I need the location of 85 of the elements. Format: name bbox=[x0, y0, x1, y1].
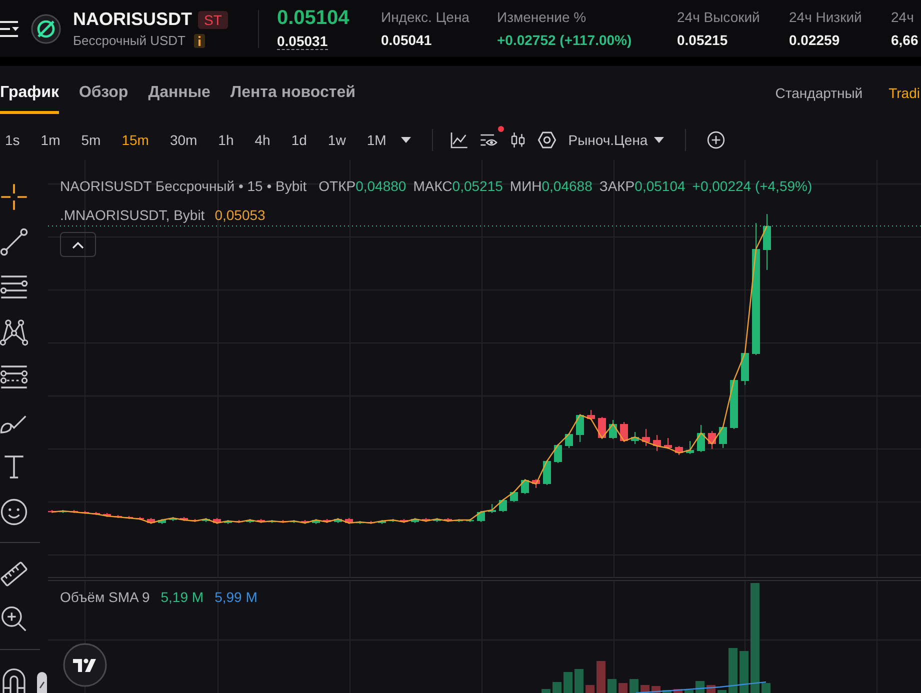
ruler-icon[interactable] bbox=[0, 560, 28, 588]
node-network-icon[interactable] bbox=[0, 318, 28, 346]
volume-bar bbox=[728, 648, 738, 693]
ohlc-value: 0,04880 bbox=[356, 178, 406, 194]
interval-button[interactable]: 30m bbox=[166, 129, 202, 151]
hexagon-settings-icon[interactable] bbox=[537, 130, 558, 150]
interval-button[interactable]: 5m bbox=[77, 129, 105, 151]
volume-value: 5,99 M bbox=[214, 589, 258, 605]
stat-label: Индекс. Цена bbox=[381, 9, 470, 25]
trend-line-icon[interactable] bbox=[0, 228, 28, 256]
magnet-icon[interactable] bbox=[0, 666, 28, 693]
stat-value: 0.05215 bbox=[677, 32, 728, 48]
ohlc-value: 0,04688 bbox=[542, 178, 592, 194]
view-mode-tab[interactable]: Tradi bbox=[888, 85, 920, 101]
stat-label: 24ч Низкий bbox=[789, 9, 862, 25]
interval-button[interactable]: 1M bbox=[362, 129, 390, 151]
ohlc-label: МИН bbox=[510, 178, 542, 194]
price-change: +0,00224 (+4,59%) bbox=[692, 178, 812, 194]
line-chart-icon[interactable] bbox=[449, 130, 470, 150]
ohlc-label: МАКС bbox=[413, 178, 452, 194]
volume-bar bbox=[740, 651, 748, 693]
volume-bar bbox=[608, 679, 616, 693]
interval-button[interactable]: 1h bbox=[214, 129, 238, 151]
ohlc-label: ОТКР bbox=[318, 178, 356, 194]
volume-bar bbox=[630, 679, 638, 693]
mark-price-label: .MNAORISUSDT, Bybit bbox=[60, 207, 205, 223]
parallel-lines-icon[interactable] bbox=[0, 272, 28, 300]
symbol-tag: ST bbox=[198, 10, 228, 28]
stat-value: 6,66 bbox=[891, 32, 918, 48]
caret-down-icon[interactable] bbox=[401, 137, 412, 143]
toolbar-handle-icon[interactable] bbox=[37, 672, 47, 693]
volume-bar bbox=[662, 690, 672, 693]
interval-button[interactable]: 15m bbox=[118, 129, 153, 151]
ohlc-value: 0,05104 bbox=[634, 178, 686, 194]
volume-bar bbox=[718, 690, 726, 693]
caret-down-icon bbox=[654, 137, 664, 143]
interval-button[interactable]: 1w bbox=[324, 129, 350, 151]
volume-bar bbox=[596, 661, 606, 693]
stat-label: Изменение % bbox=[497, 9, 586, 25]
coin-logo-icon bbox=[31, 14, 61, 44]
volume-bar bbox=[684, 690, 694, 693]
price-type-dropdown[interactable]: Рыноч.Цена bbox=[568, 132, 664, 148]
ohlc-value: 0,05215 bbox=[452, 178, 503, 194]
zoom-in-icon[interactable] bbox=[0, 604, 28, 632]
add-circle-icon[interactable] bbox=[706, 130, 726, 150]
level-lines-icon[interactable] bbox=[0, 362, 28, 390]
tab[interactable]: График bbox=[0, 66, 59, 114]
mark-price: 0.05031 bbox=[277, 33, 328, 50]
last-price: 0.05104 bbox=[277, 7, 350, 30]
contract-type: Бессрочный USDT bbox=[73, 33, 186, 48]
interval-button[interactable]: 4h bbox=[250, 129, 274, 151]
volume-bar bbox=[586, 685, 594, 693]
volume-label: Объём SMA 9 bbox=[60, 589, 150, 605]
candlestick-icon[interactable] bbox=[509, 130, 528, 150]
info-icon[interactable] bbox=[194, 34, 204, 48]
tab[interactable]: Данные bbox=[148, 66, 210, 114]
volume-bar bbox=[674, 689, 682, 693]
symbol-name: NAORISUSDT bbox=[73, 9, 192, 30]
crosshair-icon[interactable] bbox=[0, 182, 28, 210]
stat-value: +0.02752 (+117.00%) bbox=[497, 32, 632, 48]
interval-button[interactable]: 1m bbox=[36, 129, 64, 151]
volume-bar bbox=[564, 672, 572, 693]
stat-value: 0.02259 bbox=[789, 32, 840, 48]
stat-value: 0.05041 bbox=[381, 32, 432, 48]
interval-button[interactable]: 1d bbox=[287, 129, 311, 151]
volume-bar bbox=[618, 683, 628, 693]
menu-icon[interactable] bbox=[0, 20, 20, 38]
volume-bar bbox=[552, 682, 562, 693]
legend-title: NAORISUSDT Бессрочный • 15 • Bybit bbox=[60, 178, 307, 194]
tab[interactable]: Лента новостей bbox=[230, 66, 356, 114]
chevron-up-icon bbox=[72, 240, 84, 248]
tab[interactable]: Обзор bbox=[78, 66, 128, 114]
volume-bar bbox=[762, 683, 770, 693]
smiley-icon[interactable] bbox=[0, 498, 28, 526]
mark-price-value: 0,05053 bbox=[214, 207, 266, 223]
stat-label: 24ч Высокий bbox=[677, 9, 760, 25]
interval-button[interactable]: 1s bbox=[1, 129, 24, 151]
collapse-legend-button[interactable] bbox=[60, 232, 96, 257]
volume-bar bbox=[574, 669, 584, 693]
view-mode-tab[interactable]: Стандартный bbox=[775, 85, 863, 101]
chart-logo-icon[interactable] bbox=[63, 643, 107, 687]
volume-bar bbox=[542, 689, 550, 693]
volume-value: 5,19 M bbox=[160, 589, 204, 605]
stat-label: 24ч bbox=[891, 9, 914, 25]
ohlc-label: ЗАКР bbox=[599, 178, 635, 194]
